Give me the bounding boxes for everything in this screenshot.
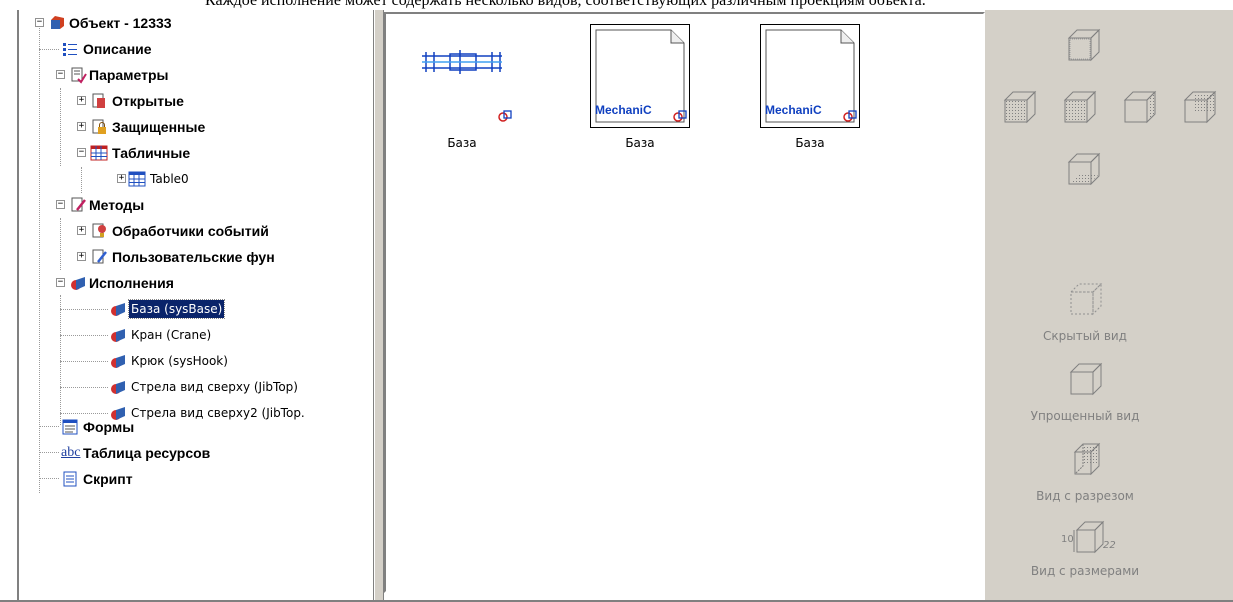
execution-icon <box>111 329 125 342</box>
tree-label-exec-crane: Кран (Crane) <box>131 328 212 342</box>
view-left-cube-icon[interactable] <box>997 86 1041 130</box>
section-view-cube-icon <box>1073 442 1101 476</box>
execution-icon <box>71 277 85 290</box>
tree-label-script: Скрипт <box>83 471 133 487</box>
link-marker-icon <box>843 110 857 122</box>
view-label: База <box>447 136 477 150</box>
methods-icon <box>71 197 86 212</box>
expand-toggle[interactable]: + <box>77 252 86 261</box>
tree-label-open-params: Открытые <box>112 93 184 109</box>
tree-label-user-functions: Пользовательские фун <box>112 249 275 265</box>
tree-label-root: Объект - 12333 <box>69 15 172 31</box>
lock-icon <box>92 119 106 134</box>
hidden-view-button[interactable]: Скрытый вид <box>985 278 1185 343</box>
script-icon <box>63 471 77 487</box>
view-right-cube-icon[interactable] <box>1117 86 1161 130</box>
expand-toggle[interactable]: + <box>117 174 126 183</box>
section-view-label: Вид с разрезом <box>1036 489 1134 503</box>
tree-label-executions: Исполнения <box>89 275 174 291</box>
tree-label-protected-params: Защищенные <box>112 119 206 135</box>
form-icon <box>62 419 78 435</box>
user-function-icon <box>92 249 107 264</box>
tree-label-parameters: Параметры <box>89 67 169 83</box>
tree-label-exec-jibtop: Стрела вид сверху (JibTop) <box>131 380 298 394</box>
hidden-view-label: Скрытый вид <box>1043 329 1127 343</box>
thumbnail-caption: MechaniC <box>765 103 822 117</box>
expand-toggle[interactable]: + <box>77 122 86 131</box>
execution-icon <box>111 381 125 394</box>
thumbnail-caption: MechaniC <box>595 103 652 117</box>
table-icon <box>128 171 146 187</box>
view-item[interactable]: MechaniC База <box>760 24 860 159</box>
tree-label-exec-hook: Крюк (sysHook) <box>131 354 228 368</box>
collapse-toggle[interactable]: − <box>56 70 65 79</box>
dimension-view-button[interactable]: 10 22 Вид с размерами <box>985 516 1185 578</box>
parameters-icon <box>71 67 87 84</box>
expand-toggle[interactable]: + <box>77 226 86 235</box>
execution-icon <box>111 355 125 368</box>
tree-label-methods: Методы <box>89 197 145 213</box>
view-back-cube-icon[interactable] <box>1177 86 1221 130</box>
tree-label-forms: Формы <box>83 419 135 435</box>
view-front-cube-icon[interactable] <box>1057 86 1101 130</box>
list-icon <box>63 43 77 56</box>
table-icon <box>90 145 108 161</box>
view-label: База <box>795 136 825 150</box>
views-panel[interactable]: База MechaniC База MechaniC База <box>384 12 985 593</box>
view-bottom-cube-icon[interactable] <box>1061 148 1105 192</box>
execution-icon <box>111 303 125 316</box>
view-label: База <box>625 136 655 150</box>
dimension-right-value: 22 <box>1103 540 1116 551</box>
event-handler-icon <box>92 223 106 238</box>
tree-label-exec-jibtop2: Стрела вид сверху2 (JibTop. <box>131 406 305 420</box>
link-marker-icon <box>673 110 687 122</box>
dimension-view-label: Вид с размерами <box>1030 564 1140 578</box>
view-drawing-thumbnail <box>422 50 502 74</box>
view-top-cube-icon[interactable] <box>1061 24 1105 68</box>
view-toolbar: Скрытый вид Упрощенный вид Вид с разрезо… <box>985 10 1233 602</box>
view-item[interactable]: MechaniC База <box>590 24 690 159</box>
section-view-button[interactable]: Вид с разрезом <box>985 438 1185 503</box>
tree-label-event-handlers: Обработчики событий <box>112 223 269 239</box>
collapse-toggle[interactable]: − <box>56 200 65 209</box>
description-caption: Каждое исполнение может содержать нескол… <box>205 0 926 9</box>
link-marker-icon <box>498 110 512 122</box>
object-tree[interactable]: − Объект - 12333 Описание − Параметры + … <box>17 10 374 602</box>
panel-splitter[interactable] <box>374 10 384 602</box>
abc-icon: abc <box>61 445 81 460</box>
dimension-view-cube-icon <box>1073 520 1105 554</box>
view-document-thumbnail: MechaniC <box>760 24 860 128</box>
collapse-toggle[interactable]: − <box>77 148 86 157</box>
tree-label-exec-base: База (sysBase) <box>127 299 226 319</box>
tree-label-table-params: Табличные <box>112 145 191 161</box>
tree-label-resources: Таблица ресурсов <box>83 445 211 461</box>
object-icon <box>51 16 64 29</box>
view-document-thumbnail: MechaniC <box>590 24 690 128</box>
simplified-view-cube-icon <box>1069 362 1103 396</box>
open-params-icon <box>92 93 105 108</box>
collapse-toggle[interactable]: − <box>35 18 44 27</box>
hidden-view-cube-icon <box>1069 282 1103 316</box>
tree-label-table0: Table0 <box>150 172 189 186</box>
view-item[interactable]: База <box>412 24 512 159</box>
collapse-toggle[interactable]: − <box>56 278 65 287</box>
simplified-view-label: Упрощенный вид <box>1030 409 1140 423</box>
expand-toggle[interactable]: + <box>77 96 86 105</box>
simplified-view-button[interactable]: Упрощенный вид <box>985 358 1185 423</box>
tree-label-description: Описание <box>83 41 152 57</box>
